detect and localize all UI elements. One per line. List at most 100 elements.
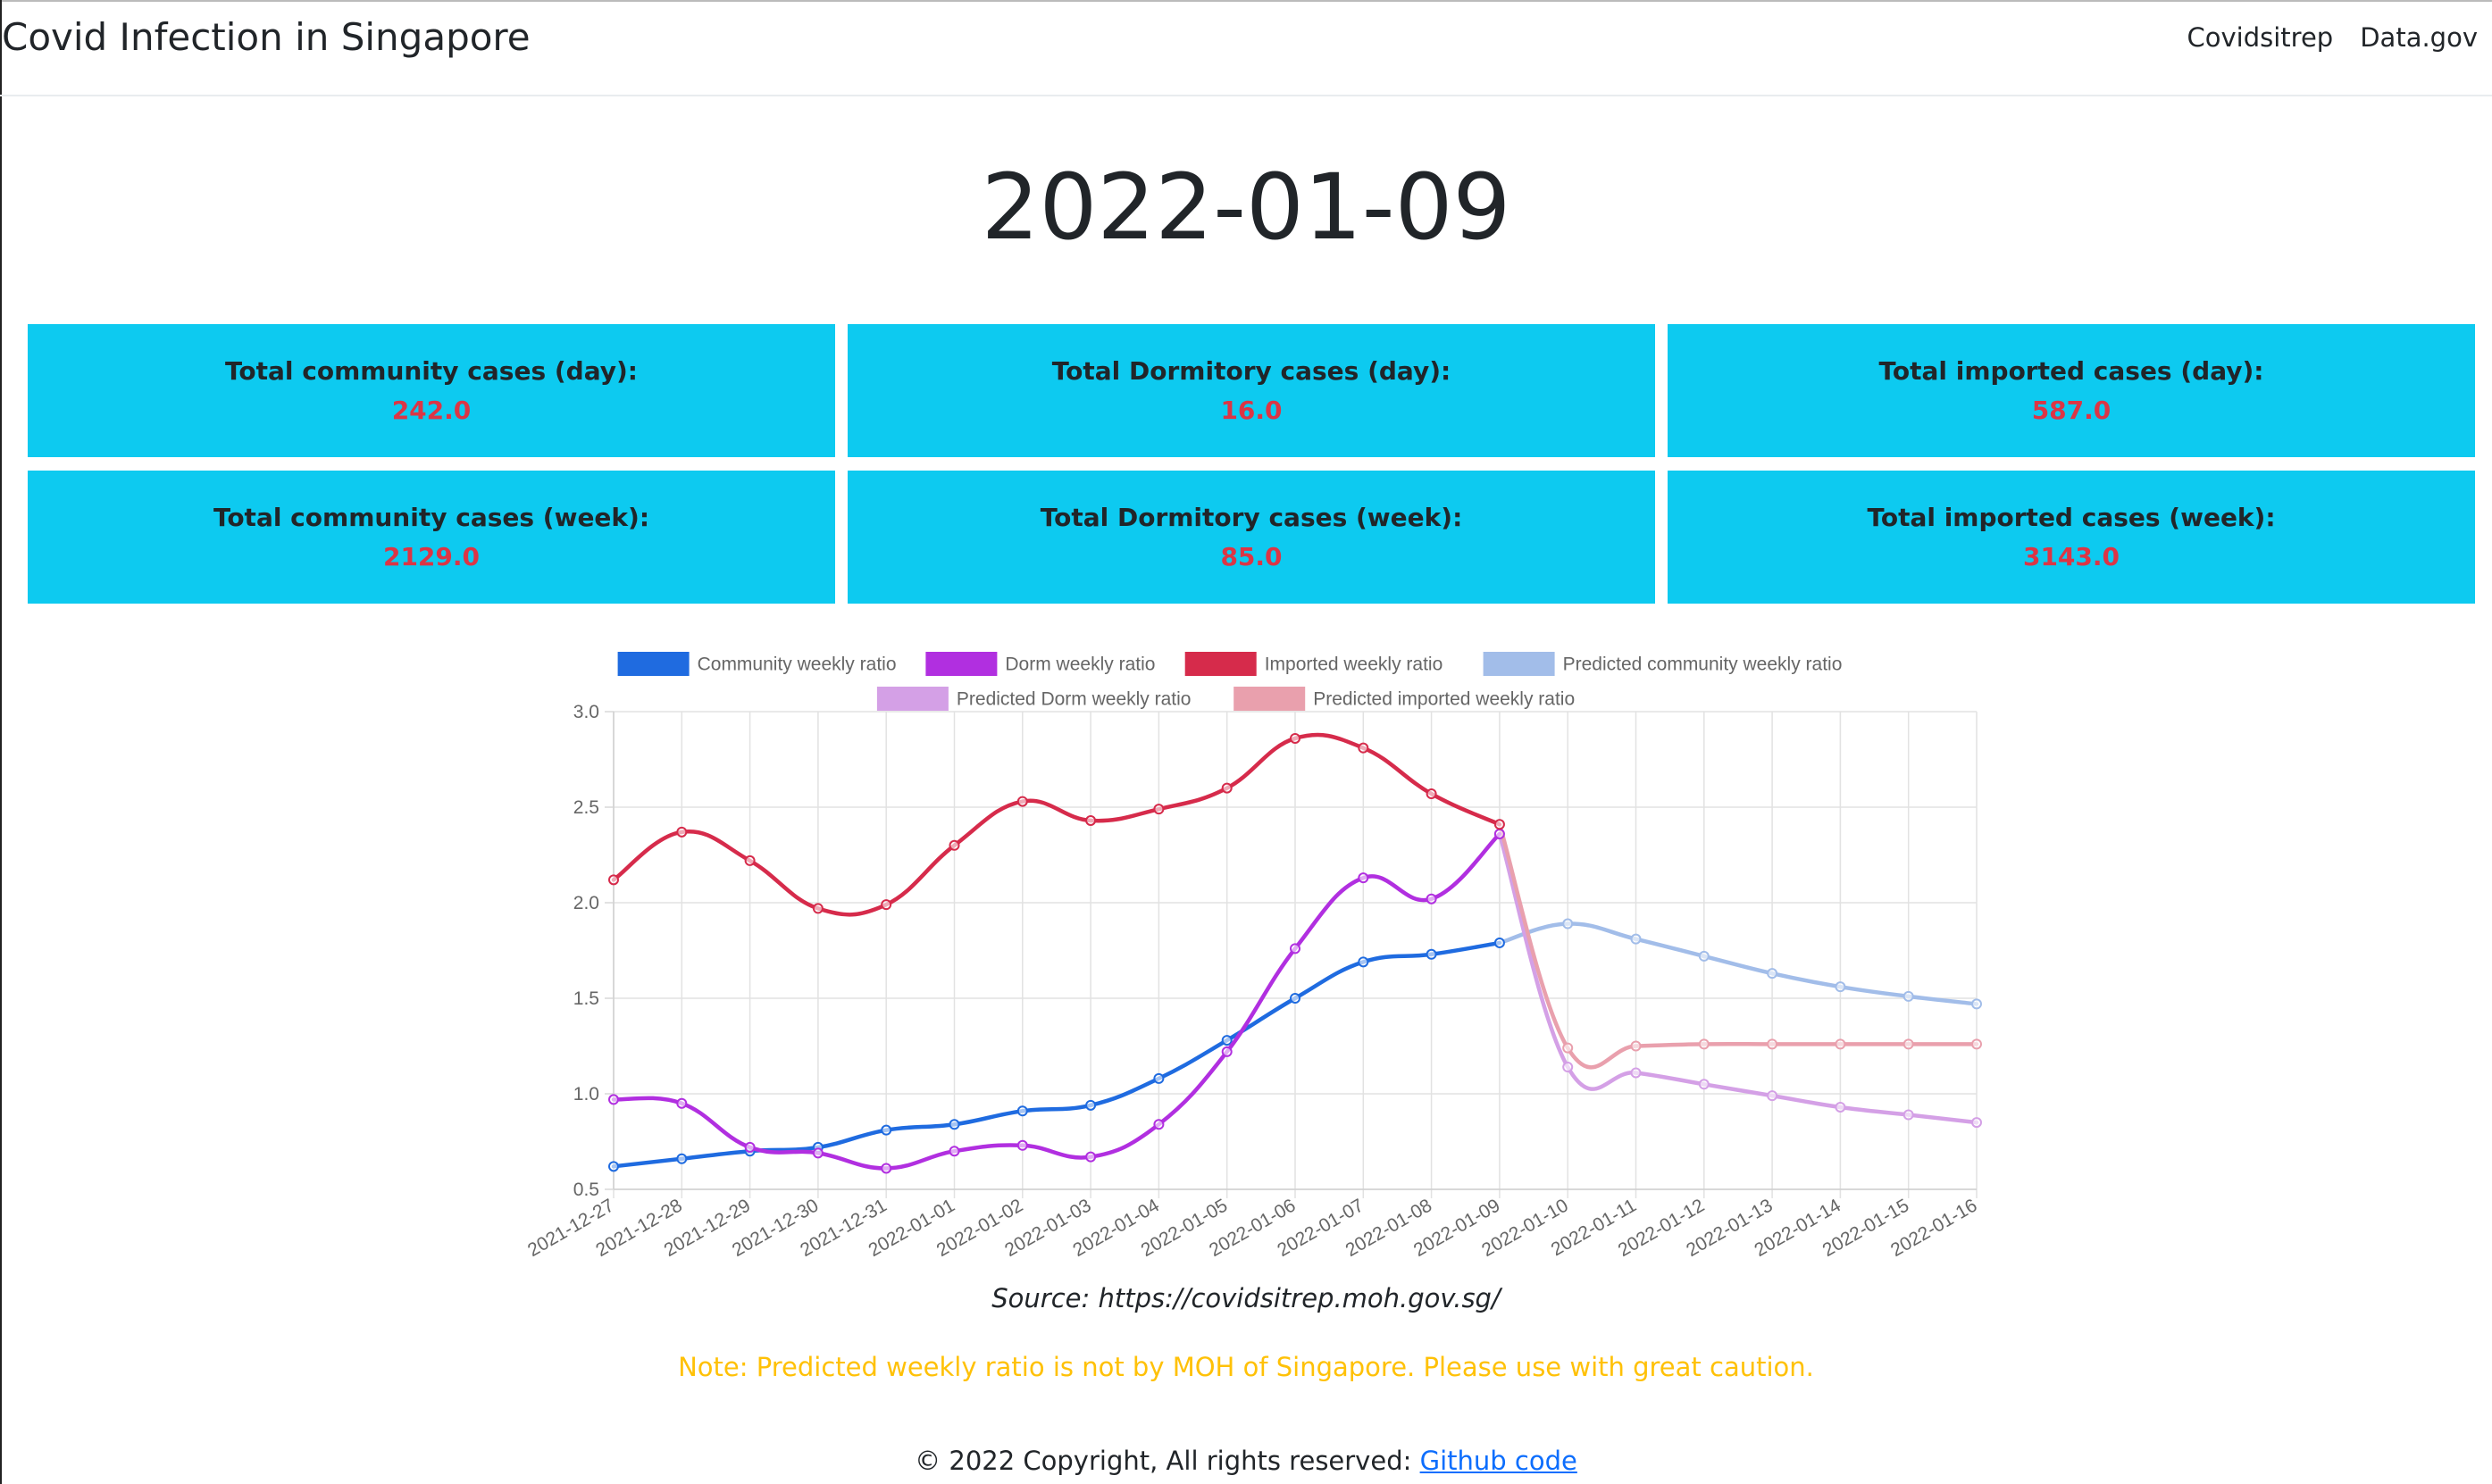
data-point-predicted-community-weekly-ratio xyxy=(1835,981,1846,993)
data-point-community-weekly-ratio xyxy=(676,1153,688,1164)
y-tick-label: 2.0 xyxy=(573,893,599,913)
legend-label: Imported weekly ratio xyxy=(1265,654,1443,675)
data-point-predicted-dorm-weekly-ratio xyxy=(1630,1067,1642,1079)
series-line-predicted-community-weekly-ratio xyxy=(1497,921,1979,1006)
data-point-imported-weekly-ratio xyxy=(676,826,688,838)
weekly-ratio-chart: Community weekly ratio Dorm weekly ratio I… xyxy=(500,625,1992,1268)
legend-label: Predicted imported weekly ratio xyxy=(1313,689,1575,710)
data-point-predicted-dorm-weekly-ratio xyxy=(1835,1101,1846,1113)
source-text: Source: https://covidsitrep.moh.gov.sg/ xyxy=(991,1283,1501,1313)
data-point-community-weekly-ratio xyxy=(1290,993,1300,1004)
data-point-dorm-weekly-ratio xyxy=(1221,1046,1233,1057)
data-point-community-weekly-ratio xyxy=(608,1161,619,1172)
card-dormitory-day: Total Dormitory cases (day): 16.0 xyxy=(848,324,1655,457)
card-label: Total imported cases (week): xyxy=(1867,502,2276,532)
series-line-dorm-weekly-ratio xyxy=(611,831,1502,1171)
data-point-dorm-weekly-ratio xyxy=(1153,1119,1165,1130)
card-label: Total Dormitory cases (day): xyxy=(1051,355,1451,386)
card-dormitory-week: Total Dormitory cases (week): 85.0 xyxy=(848,471,1655,604)
card-community-week: Total community cases (week): 2129.0 xyxy=(28,471,835,604)
card-imported-day: Total imported cases (day): 587.0 xyxy=(1668,324,2475,457)
card-label: Total Dormitory cases (week): xyxy=(1040,502,1463,532)
card-label: Total imported cases (day): xyxy=(1878,355,2264,386)
card-value: 85.0 xyxy=(1220,541,1283,571)
card-value: 242.0 xyxy=(391,395,472,425)
data-point-imported-weekly-ratio xyxy=(1358,742,1369,754)
legend-swatch xyxy=(1233,687,1306,711)
data-point-imported-weekly-ratio xyxy=(1426,788,1437,800)
legend-label: Dorm weekly ratio xyxy=(1005,654,1155,675)
card-imported-week: Total imported cases (week): 3143.0 xyxy=(1668,471,2475,604)
stats-cards: Total community cases (day): 242.0 Total… xyxy=(28,324,2476,604)
data-point-imported-weekly-ratio xyxy=(608,874,619,886)
legend-swatch xyxy=(1483,652,1555,676)
legend-label: Predicted community weekly ratio xyxy=(1563,654,1843,675)
data-point-dorm-weekly-ratio xyxy=(1358,872,1369,884)
nav-links: Covidsitrep Data.gov xyxy=(2187,20,2478,55)
data-point-predicted-imported-weekly-ratio xyxy=(1630,1040,1642,1052)
card-label: Total community cases (day): xyxy=(225,355,638,386)
data-point-imported-weekly-ratio xyxy=(949,839,960,851)
y-tick-label: 3.0 xyxy=(573,702,599,722)
brand-title[interactable]: Covid Infection in Singapore xyxy=(2,13,531,63)
chart-svg: Community weekly ratio Dorm weekly ratio I… xyxy=(524,652,1982,1261)
navbar: Covid Infection in Singapore Covidsitrep… xyxy=(0,2,2492,96)
data-point-dorm-weekly-ratio xyxy=(1493,828,1505,839)
data-point-predicted-community-weekly-ratio xyxy=(1562,918,1574,930)
data-point-dorm-weekly-ratio xyxy=(676,1097,688,1109)
legend-label: Predicted Dorm weekly ratio xyxy=(957,689,1192,710)
data-point-community-weekly-ratio xyxy=(1426,948,1437,960)
data-point-dorm-weekly-ratio xyxy=(881,1163,892,1174)
data-point-predicted-community-weekly-ratio xyxy=(1630,933,1642,945)
data-point-predicted-imported-weekly-ratio xyxy=(1698,1038,1710,1050)
data-point-predicted-community-weekly-ratio xyxy=(1902,990,1914,1002)
footer: © 2022 Copyright, All rights reserved: G… xyxy=(0,1443,2492,1479)
series-line-imported-weekly-ratio xyxy=(611,732,1502,917)
data-point-dorm-weekly-ratio xyxy=(1290,943,1300,955)
copyright-text: © 2022 Copyright, All rights reserved: xyxy=(915,1446,1420,1476)
card-value: 3143.0 xyxy=(2022,541,2120,571)
data-point-community-weekly-ratio xyxy=(1221,1035,1233,1046)
data-point-imported-weekly-ratio xyxy=(1085,814,1097,826)
data-point-predicted-dorm-weekly-ratio xyxy=(1971,1117,1982,1129)
data-point-predicted-dorm-weekly-ratio xyxy=(1698,1079,1710,1090)
series-line-community-weekly-ratio xyxy=(611,940,1502,1169)
data-point-dorm-weekly-ratio xyxy=(1426,893,1437,905)
data-point-predicted-dorm-weekly-ratio xyxy=(1562,1062,1574,1073)
data-point-imported-weekly-ratio xyxy=(1493,819,1505,830)
data-point-community-weekly-ratio xyxy=(1085,1099,1097,1111)
github-link[interactable]: Github code xyxy=(1420,1446,1577,1476)
card-value: 16.0 xyxy=(1220,395,1283,425)
data-point-imported-weekly-ratio xyxy=(744,855,756,866)
legend-swatch xyxy=(1184,652,1257,676)
legend-label: Community weekly ratio xyxy=(698,654,897,675)
data-point-dorm-weekly-ratio xyxy=(812,1147,824,1159)
data-point-community-weekly-ratio xyxy=(1493,937,1505,948)
data-point-dorm-weekly-ratio xyxy=(1016,1139,1028,1151)
y-tick-label: 1.5 xyxy=(573,988,599,1009)
data-point-community-weekly-ratio xyxy=(1016,1105,1028,1117)
nav-link-covidsitrep[interactable]: Covidsitrep xyxy=(2187,20,2334,55)
data-point-imported-weekly-ratio xyxy=(812,903,824,914)
series-line-predicted-imported-weekly-ratio xyxy=(1497,822,1979,1070)
nav-link-datagov[interactable]: Data.gov xyxy=(2360,20,2478,55)
y-tick-label: 1.0 xyxy=(573,1084,599,1105)
data-point-predicted-imported-weekly-ratio xyxy=(1562,1042,1574,1054)
data-point-dorm-weekly-ratio xyxy=(949,1146,960,1157)
data-point-community-weekly-ratio xyxy=(949,1119,960,1130)
data-point-imported-weekly-ratio xyxy=(881,899,892,911)
data-point-community-weekly-ratio xyxy=(1153,1072,1165,1084)
data-point-predicted-community-weekly-ratio xyxy=(1698,950,1710,962)
data-point-dorm-weekly-ratio xyxy=(744,1141,756,1153)
caution-note: Note: Predicted weekly ratio is not by M… xyxy=(678,1352,1814,1382)
data-point-imported-weekly-ratio xyxy=(1290,732,1300,744)
data-point-imported-weekly-ratio xyxy=(1153,804,1165,815)
legend-swatch xyxy=(925,652,998,676)
data-point-predicted-imported-weekly-ratio xyxy=(1902,1038,1914,1050)
card-value: 587.0 xyxy=(2031,395,2112,425)
data-point-dorm-weekly-ratio xyxy=(608,1094,619,1105)
data-point-predicted-imported-weekly-ratio xyxy=(1767,1038,1778,1050)
y-tick-label: 0.5 xyxy=(573,1180,599,1200)
data-point-predicted-dorm-weekly-ratio xyxy=(1902,1109,1914,1121)
data-point-predicted-imported-weekly-ratio xyxy=(1971,1038,1982,1050)
